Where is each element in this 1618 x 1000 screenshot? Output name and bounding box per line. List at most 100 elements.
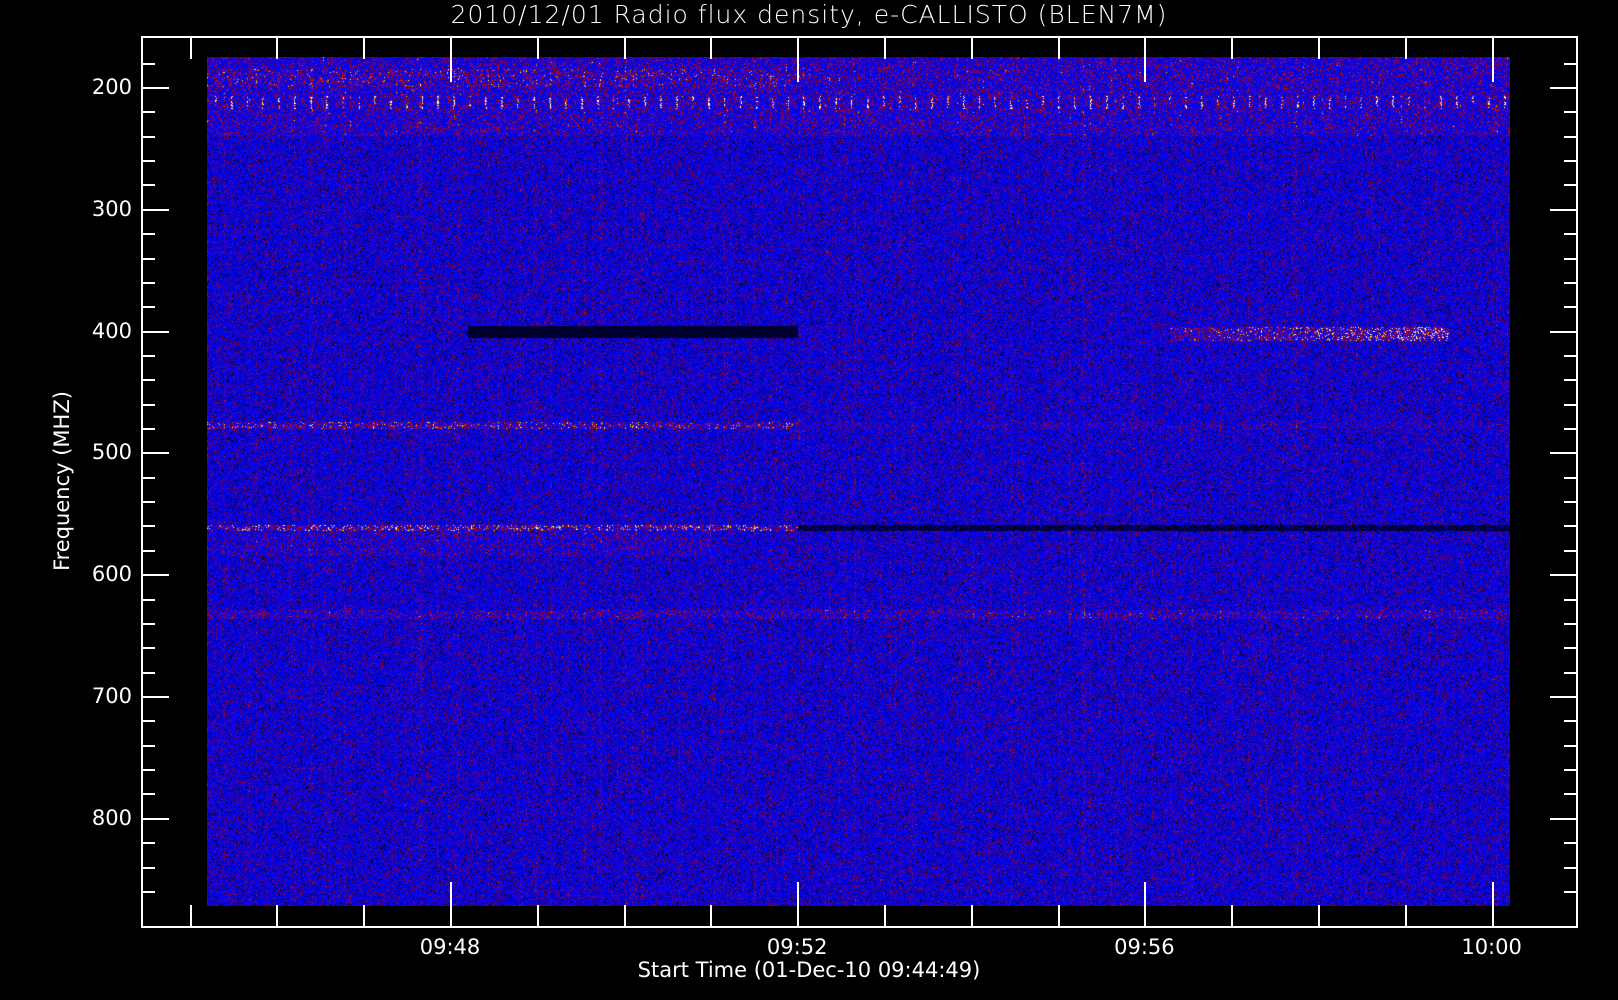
y-tick [1564,671,1578,674]
y-tick [141,744,155,747]
y-tick [1564,501,1578,504]
x-tick [1231,36,1234,59]
y-tick [1564,135,1578,138]
y-tick [141,720,155,723]
y-tick [1550,87,1578,89]
y-tick [1564,257,1578,260]
y-tick [1550,817,1578,820]
y-tick [141,281,155,284]
y-tick [141,257,155,260]
y-tick [141,379,155,382]
y-tick [1564,549,1578,552]
y-tick [141,525,155,528]
x-tick-label: 09:56 [1114,935,1175,959]
y-tick [141,793,155,796]
y-tick [1564,184,1578,187]
x-tick [1231,905,1234,928]
x-tick [623,36,626,59]
y-tick [141,330,169,333]
y-tick [141,184,155,187]
x-tick [1144,36,1147,82]
y-tick [1564,403,1578,406]
y-tick [141,87,169,89]
y-tick [141,696,169,698]
y-tick [1550,208,1578,211]
spectrogram-heatmap [207,57,1510,906]
x-tick [363,36,366,59]
y-tick [1564,281,1578,284]
y-tick [141,647,155,650]
y-tick [1564,720,1578,723]
y-tick [141,62,155,65]
x-tick [623,905,626,928]
y-tick [1564,744,1578,747]
y-tick [1564,476,1578,479]
y-tick [1564,160,1578,163]
y-tick [1564,769,1578,772]
y-tick [1564,306,1578,309]
y-tick [1564,647,1578,650]
y-tick [141,208,169,211]
x-tick [1404,905,1407,928]
y-tick [141,574,169,577]
y-tick [141,428,155,431]
x-tick-label: 09:52 [766,935,828,959]
x-tick [450,882,452,928]
y-tick [141,866,155,869]
y-tick [1564,598,1578,601]
x-tick [884,36,886,59]
y-tick [1564,428,1578,431]
x-tick [276,36,279,59]
y-tick [141,135,155,138]
y-tick [141,622,155,625]
x-axis-label: Start Time (01-Dec-10 09:44:49) [637,958,981,982]
x-tick [536,36,539,59]
y-axis-label: Frequency (MHZ) [50,391,74,571]
y-tick [1564,354,1578,357]
y-tick [1564,233,1578,236]
x-tick [1491,36,1494,82]
x-tick [884,905,886,928]
x-tick [189,36,192,59]
x-tick [970,905,973,928]
y-tick [141,403,155,406]
y-tick [141,160,155,163]
x-tick [363,905,366,928]
y-tick [1564,111,1578,114]
x-tick [189,905,192,928]
y-tick [1564,866,1578,869]
y-tick [141,842,155,845]
x-tick [1057,36,1060,59]
x-tick [710,905,713,928]
y-tick [141,476,155,479]
y-tick [1550,574,1578,577]
y-tick [1564,525,1578,528]
y-tick [1564,890,1578,893]
y-tick [141,598,155,601]
x-tick [797,882,800,928]
x-tick-label: 10:00 [1461,935,1522,959]
y-tick-label: 600 [91,562,132,587]
y-tick [141,549,155,552]
y-tick [1550,330,1578,333]
x-tick [536,905,539,928]
y-tick [141,671,155,674]
y-tick [1564,379,1578,382]
x-tick [1491,882,1494,928]
y-tick [1550,696,1578,698]
y-tick [141,769,155,772]
y-tick [1550,452,1578,455]
x-tick [276,905,279,928]
y-tick [141,890,155,893]
y-tick [1564,793,1578,796]
y-tick [1564,62,1578,65]
y-tick [141,111,155,114]
y-tick [141,501,155,504]
y-tick [141,233,155,236]
x-tick [450,36,452,82]
y-tick [1564,842,1578,845]
y-tick [141,354,155,357]
x-tick [710,36,713,59]
x-tick [797,36,800,82]
y-tick [1564,622,1578,625]
